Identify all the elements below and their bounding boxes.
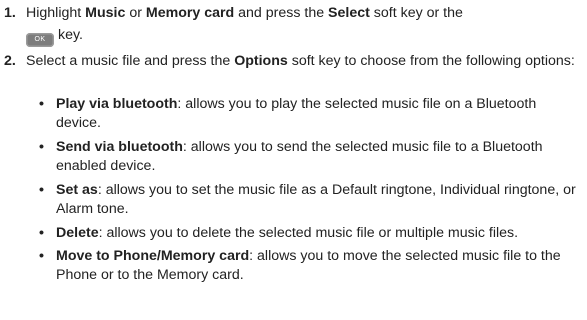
option-term: Set as: [56, 182, 98, 198]
bullet-icon: •: [39, 182, 44, 198]
bullet-icon: •: [39, 96, 44, 112]
bullet-icon: •: [39, 139, 44, 155]
option-term: Move to Phone/Memory card: [56, 248, 250, 264]
select-term: Select: [328, 5, 370, 21]
option-term: Send via bluetooth: [56, 139, 183, 155]
step-number: 1.: [4, 5, 16, 21]
step-2-text: Select a music file and press the Option…: [26, 53, 575, 69]
option-description: : allows you to delete the selected musi…: [98, 225, 519, 241]
step-number: 2.: [4, 53, 16, 69]
music-term: Music: [85, 5, 126, 21]
instructions-document: 1. Highlight Music or Memory card and pr…: [0, 0, 587, 320]
option-term: Play via bluetooth: [56, 96, 178, 112]
step-1-line-2: OK key.: [26, 24, 583, 47]
ok-key-icon: OK: [26, 33, 54, 47]
bullet-icon: •: [39, 225, 44, 241]
memory-card-term: Memory card: [145, 5, 235, 21]
step-1-line-1: Highlight Music or Memory card and press…: [26, 5, 463, 21]
step-1-text: Highlight Music or Memory card and press…: [26, 2, 583, 47]
bullet-icon: •: [39, 248, 44, 264]
option-term: Delete: [56, 225, 99, 241]
options-term: Options: [234, 53, 288, 69]
option-description: : allows you to set the music file as a …: [56, 182, 576, 217]
